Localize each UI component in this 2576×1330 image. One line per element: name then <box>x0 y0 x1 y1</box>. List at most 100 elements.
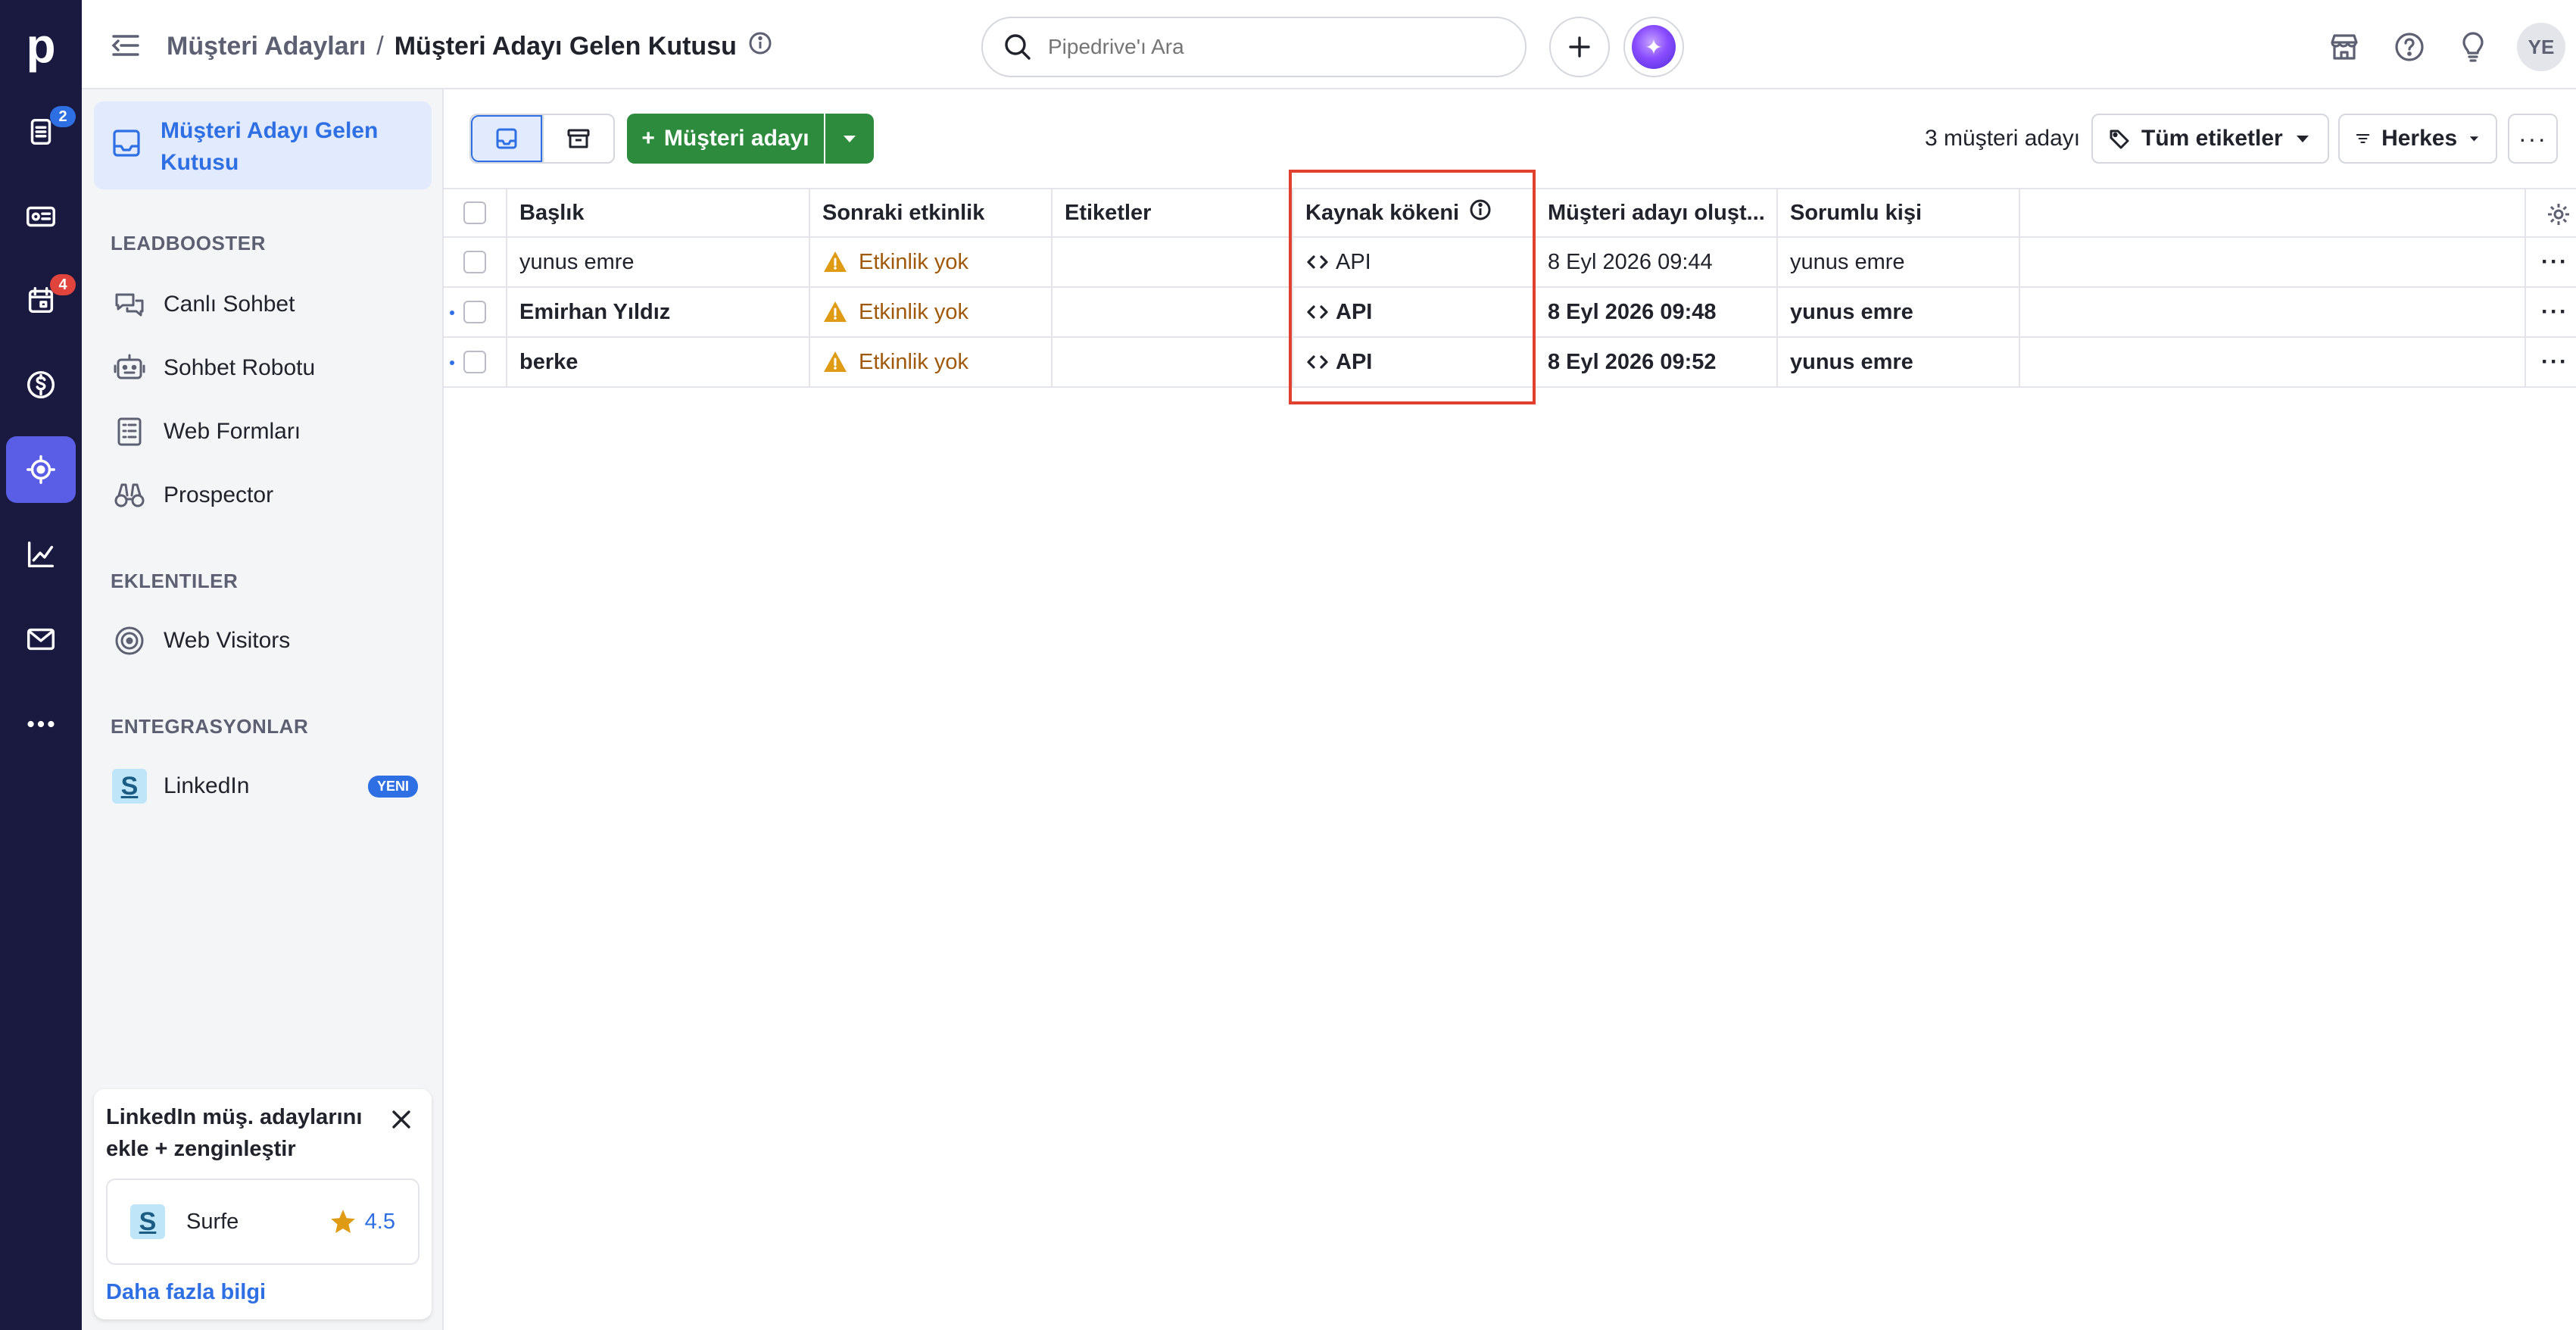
column-header-created[interactable]: Müşteri adayı oluşt... <box>1536 189 1778 236</box>
contacts-icon <box>27 206 55 227</box>
form-icon <box>117 417 142 446</box>
more-options-button[interactable]: ··· <box>2508 114 2558 164</box>
sidebar-item-live-chat[interactable]: Canlı Sohbet <box>112 282 430 327</box>
table-row[interactable]: berke Etkinlik yok API 8 Eyl 2026 09:52 … <box>444 338 2576 388</box>
cell-title[interactable]: berke <box>507 338 810 386</box>
collapse-menu-button[interactable] <box>109 29 142 62</box>
tips-button[interactable] <box>2453 27 2493 67</box>
tag-icon <box>2110 130 2129 149</box>
cell-title[interactable]: yunus emre <box>507 238 810 286</box>
info-icon[interactable] <box>1459 198 1492 228</box>
rail-contacts[interactable] <box>6 183 76 250</box>
sparkle-icon: ✦ <box>1632 25 1676 69</box>
column-header-labels[interactable]: Etiketler <box>1053 189 1293 236</box>
breadcrumb-separator: / <box>376 31 384 61</box>
add-lead-dropdown-button[interactable] <box>825 114 874 164</box>
row-more-button[interactable]: ··· <box>2541 238 2568 286</box>
breadcrumb-parent[interactable]: Müşteri Adayları <box>167 32 366 61</box>
cell-labels[interactable] <box>1053 338 1293 386</box>
help-button[interactable] <box>2390 27 2429 67</box>
inbox-view-button[interactable] <box>471 115 543 162</box>
promo-close-button[interactable] <box>388 1106 415 1133</box>
rail-mail[interactable] <box>6 606 76 673</box>
caret-down-icon <box>2469 136 2479 142</box>
table-row[interactable]: yunus emre Etkinlik yok API 8 Eyl 2026 0… <box>444 238 2576 288</box>
caret-down-icon <box>2296 136 2309 142</box>
add-lead-label: Müşteri adayı <box>663 126 809 151</box>
section-title-leadbooster: LEADBOOSTER <box>111 232 266 254</box>
cell-next-activity[interactable]: Etkinlik yok <box>810 288 1053 336</box>
filter-icon <box>2356 134 2370 143</box>
rating-value: 4.5 <box>364 1209 395 1234</box>
cell-created: 8 Eyl 2026 09:52 <box>1536 338 1778 386</box>
column-settings-button[interactable] <box>2546 201 2571 231</box>
table-row[interactable]: Emirhan Yıldız Etkinlik yok API 8 Eyl 20… <box>444 288 2576 338</box>
sidebar-item-web-visitors[interactable]: Web Visitors <box>112 618 430 663</box>
cell-owner[interactable]: yunus emre <box>1778 288 2020 336</box>
rail-leadbooster[interactable] <box>6 436 76 503</box>
quick-add-button[interactable] <box>1549 17 1610 77</box>
row-checkbox[interactable] <box>463 301 486 323</box>
cell-labels[interactable] <box>1053 238 1293 286</box>
row-checkbox[interactable] <box>463 351 486 373</box>
search-input[interactable] <box>1048 35 1487 59</box>
more-dots-icon <box>27 720 55 728</box>
lightbulb-icon <box>2462 32 2484 62</box>
learn-more-link[interactable]: Daha fazla bilgi <box>106 1280 266 1305</box>
pipedrive-logo[interactable]: p <box>15 17 67 74</box>
row-checkbox[interactable] <box>463 251 486 273</box>
owner-filter-button[interactable]: Herkes <box>2338 114 2497 164</box>
cell-source-origin: API <box>1293 288 1536 336</box>
row-more-button[interactable]: ··· <box>2541 338 2568 386</box>
ai-assistant-button[interactable]: ✦ <box>1623 17 1684 77</box>
rail-more[interactable] <box>6 691 76 757</box>
rail-activities[interactable]: 4 <box>6 267 76 333</box>
section-title-integrations: ENTEGRASYONLAR <box>111 715 309 738</box>
rail-insights[interactable] <box>6 521 76 588</box>
source-origin: API <box>1305 300 1372 325</box>
archive-view-button[interactable] <box>542 115 613 162</box>
column-header-title[interactable]: Başlık <box>507 189 810 236</box>
cell-owner[interactable]: yunus emre <box>1778 238 2020 286</box>
sidebar-item-web-forms[interactable]: Web Formları <box>112 409 430 454</box>
code-icon <box>1307 305 1328 319</box>
gear-icon <box>2548 204 2569 225</box>
add-lead-button[interactable]: + Müşteri adayı <box>627 114 824 164</box>
sidebar-item-chatbot[interactable]: Sohbet Robotu <box>112 345 430 391</box>
column-header-source-origin[interactable]: Kaynak kökeni <box>1293 189 1536 236</box>
marketplace-button[interactable] <box>2325 27 2364 67</box>
code-icon <box>1307 255 1328 269</box>
sidebar-item-label: Sohbet Robotu <box>164 355 316 380</box>
source-origin-text: API <box>1336 349 1373 374</box>
cell-filler <box>2020 238 2526 286</box>
cell-next-activity[interactable]: Etkinlik yok <box>810 238 1053 286</box>
surfe-logo-icon: S <box>112 769 147 804</box>
labels-filter-button[interactable]: Tüm etiketler <box>2091 114 2329 164</box>
row-more-button[interactable]: ··· <box>2541 288 2568 336</box>
cell-title[interactable]: Emirhan Yıldız <box>507 288 810 336</box>
cell-next-activity[interactable]: Etkinlik yok <box>810 338 1053 386</box>
rail-leads[interactable]: 2 <box>6 98 76 165</box>
global-search[interactable] <box>981 17 1527 77</box>
info-icon[interactable] <box>747 30 773 63</box>
insights-chart-icon <box>27 541 55 568</box>
sidebar-item-linkedin[interactable]: S LinkedIn YENI <box>112 763 430 809</box>
rail-deals[interactable] <box>6 351 76 418</box>
promo-app-card[interactable]: S Surfe 4.5 <box>106 1179 419 1265</box>
column-header-owner[interactable]: Sorumlu kişi <box>1778 189 2020 236</box>
user-avatar[interactable]: YE <box>2517 23 2565 71</box>
sidebar-item-leads-inbox[interactable]: Müşteri Adayı Gelen Kutusu <box>94 101 432 189</box>
cell-labels[interactable] <box>1053 288 1293 336</box>
cell-created: 8 Eyl 2026 09:48 <box>1536 288 1778 336</box>
no-activity-warning: Etkinlik yok <box>822 349 968 375</box>
sidebar-item-prospector[interactable]: Prospector <box>112 473 430 518</box>
leads-count-badge: 2 <box>50 106 76 127</box>
star-icon <box>330 1210 355 1234</box>
chat-bubbles-icon <box>115 293 144 317</box>
column-header-next-activity[interactable]: Sonraki etkinlik <box>810 189 1053 236</box>
new-badge: YENI <box>367 775 418 798</box>
select-all-checkbox[interactable] <box>463 201 486 224</box>
cell-owner[interactable]: yunus emre <box>1778 338 2020 386</box>
activities-count-badge: 4 <box>50 274 76 295</box>
source-origin-text: API <box>1336 299 1373 324</box>
